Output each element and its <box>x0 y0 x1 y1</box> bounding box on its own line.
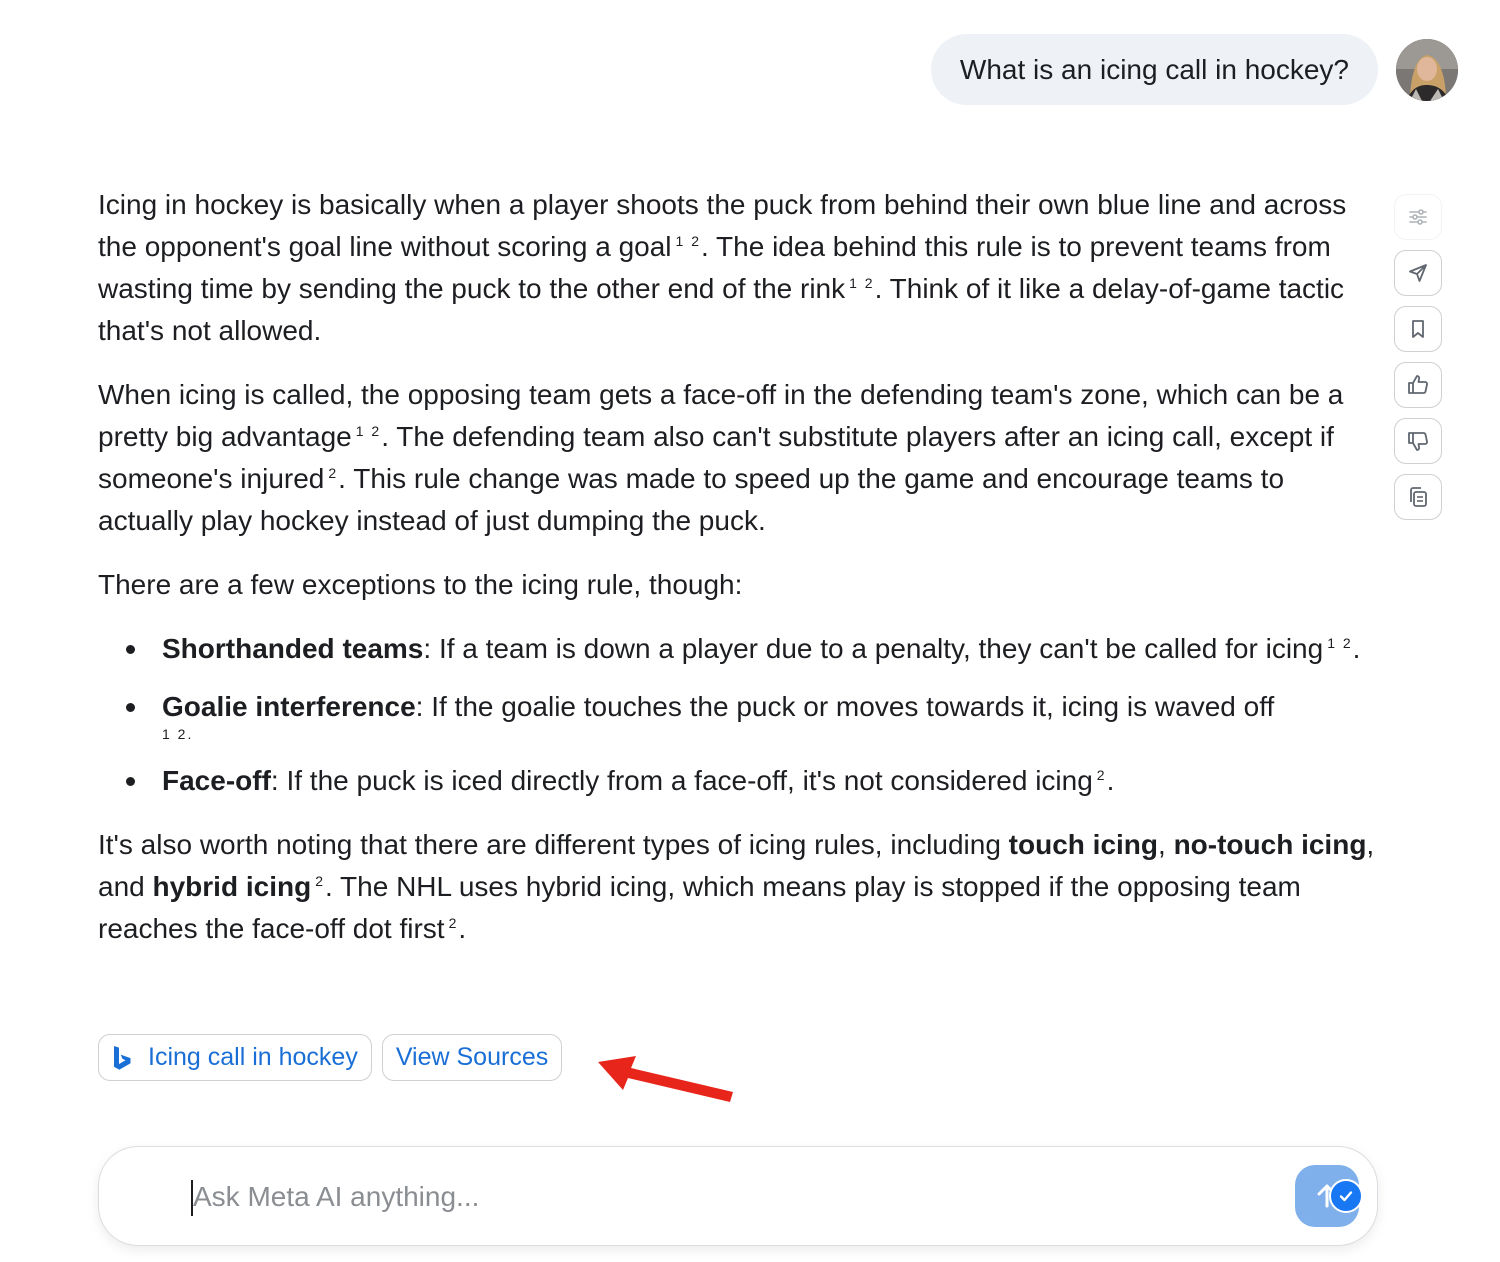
citation[interactable]: 1 2 <box>1327 635 1352 651</box>
message-composer <box>98 1146 1378 1246</box>
verified-badge <box>1329 1179 1363 1213</box>
view-sources-button[interactable]: View Sources <box>381 1034 563 1081</box>
bookmark-button[interactable] <box>1394 306 1442 352</box>
message-actions <box>1394 194 1442 520</box>
citation[interactable]: 1 2 <box>849 275 874 291</box>
user-message-bubble: What is an icing call in hockey? <box>930 34 1378 105</box>
answer-paragraph: There are a few exceptions to the icing … <box>98 569 743 600</box>
bookmark-icon <box>1412 320 1424 338</box>
assistant-response: Icing in hockey is basically when a play… <box>98 184 1378 972</box>
list-item: Goalie interference: If the goalie touch… <box>98 686 1378 744</box>
list-item: Shorthanded teams: If a team is down a p… <box>98 628 1378 670</box>
citation[interactable]: 2 <box>1097 767 1107 783</box>
red-arrow-icon <box>598 1056 733 1102</box>
copy-icon <box>1410 487 1427 507</box>
answer-paragraph: It's also worth noting that there are di… <box>98 829 1375 944</box>
citation[interactable]: 1 2 <box>162 726 187 742</box>
bing-icon <box>114 1045 131 1070</box>
user-message-row: What is an icing call in hockey? <box>930 34 1458 105</box>
list-item: Face-off: If the puck is iced directly f… <box>98 760 1378 802</box>
citation[interactable]: 2 <box>328 465 338 481</box>
bing-search-chip-label: Icing call in hockey <box>148 1043 358 1071</box>
like-button[interactable] <box>1394 362 1442 408</box>
citation[interactable]: 2 <box>449 915 459 931</box>
exceptions-list: Shorthanded teams: If a team is down a p… <box>98 628 1378 802</box>
share-icon <box>1409 264 1427 282</box>
thumbs-up-icon <box>1408 375 1428 394</box>
citation[interactable]: 1 2 <box>676 233 701 249</box>
share-button[interactable] <box>1394 250 1442 296</box>
view-sources-label: View Sources <box>395 1043 549 1071</box>
thumbs-down-icon <box>1408 432 1428 451</box>
settings-sliders-icon <box>1409 209 1427 225</box>
citation[interactable]: 2 <box>315 873 325 889</box>
bing-search-chip[interactable]: Icing call in hockey <box>98 1034 372 1081</box>
dislike-button[interactable] <box>1394 418 1442 464</box>
settings-button[interactable] <box>1394 194 1442 240</box>
answer-paragraph: Icing in hockey is basically when a play… <box>98 189 1347 346</box>
user-avatar[interactable] <box>1396 38 1458 101</box>
copy-button[interactable] <box>1394 474 1442 520</box>
ask-input[interactable] <box>193 1173 1273 1221</box>
answer-paragraph: When icing is called, the opposing team … <box>98 379 1344 536</box>
check-icon <box>1339 1191 1353 1202</box>
citation[interactable]: 1 2 <box>356 423 381 439</box>
response-chips: Icing call in hockey View Sources <box>98 1034 563 1081</box>
